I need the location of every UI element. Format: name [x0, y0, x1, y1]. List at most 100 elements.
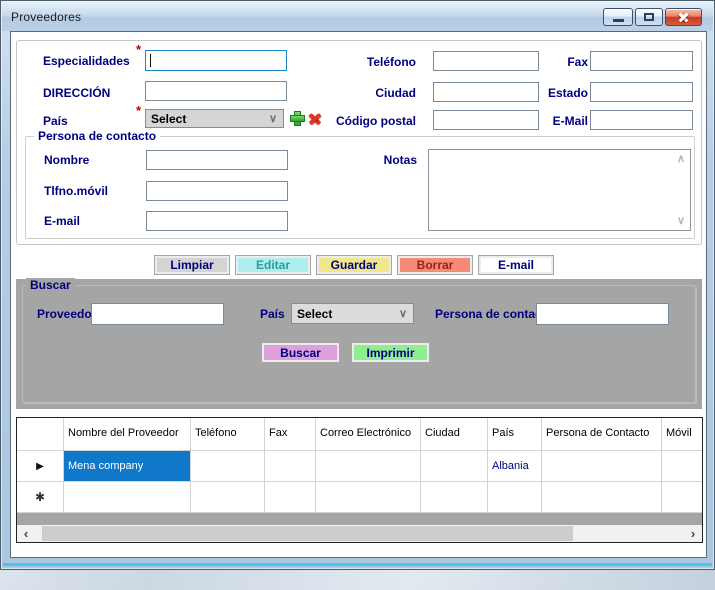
- direccion-input[interactable]: [145, 81, 287, 101]
- contact-nombre-label: Nombre: [44, 153, 89, 167]
- ciudad-label: Ciudad: [316, 86, 416, 100]
- grid-header-correo[interactable]: Correo Electrónico: [316, 418, 421, 451]
- window-title: Proveedores: [2, 10, 81, 24]
- grid-cell-movil[interactable]: [662, 482, 703, 513]
- text-caret: [150, 54, 151, 67]
- pais-select[interactable]: Select ∨: [145, 109, 284, 128]
- grid-header-movil[interactable]: Móvil: [662, 418, 703, 451]
- email-input[interactable]: [590, 110, 693, 130]
- contact-groupbox-title: Persona de contacto: [34, 129, 160, 143]
- pais-select-value: Select: [146, 112, 269, 126]
- email-label: E-Mail: [538, 114, 588, 128]
- especialidades-input[interactable]: [145, 50, 287, 71]
- search-groupbox-title: Buscar: [26, 278, 75, 292]
- grid-cell-movil[interactable]: [662, 451, 703, 482]
- codigo-postal-input[interactable]: [433, 110, 539, 130]
- grid-header-telefono[interactable]: Teléfono: [191, 418, 265, 451]
- imprimir-button[interactable]: Imprimir: [351, 342, 430, 363]
- contact-nombre-input[interactable]: [146, 150, 288, 170]
- search-proveedor-input[interactable]: [91, 303, 224, 325]
- ciudad-input[interactable]: [433, 82, 539, 102]
- contact-email-input[interactable]: [146, 211, 288, 231]
- grid-cell-correo[interactable]: [316, 451, 421, 482]
- suppliers-grid: Nombre del Proveedor Teléfono Fax Correo…: [16, 417, 703, 543]
- grid-header-pais[interactable]: País: [488, 418, 542, 451]
- grid-row-1[interactable]: ▶ Mena company Albania: [17, 451, 702, 482]
- client-area: Especialidades * Teléfono Fax DIRECCIÓN …: [10, 31, 707, 558]
- search-persona-input[interactable]: [536, 303, 669, 325]
- minimize-button[interactable]: [603, 8, 633, 26]
- grid-row-new[interactable]: ✱: [17, 482, 702, 513]
- notas-textarea[interactable]: ∧ ∨: [428, 149, 691, 231]
- grid-horizontal-scrollbar[interactable]: ‹ ›: [17, 525, 702, 542]
- editar-button[interactable]: Editar: [235, 255, 311, 275]
- pais-required-marker: *: [136, 106, 141, 116]
- minimize-icon: [613, 19, 624, 22]
- grid-cell-persona[interactable]: [542, 482, 662, 513]
- grid-cell-telefono[interactable]: [191, 482, 265, 513]
- search-panel: Buscar Proveedor País Select ∨ Persona d…: [16, 279, 702, 409]
- close-button[interactable]: [665, 8, 702, 26]
- codigo-postal-label: Código postal: [316, 114, 416, 128]
- window-controls: [603, 8, 702, 26]
- app-window: Proveedores Especialidades * Teléfono Fa…: [0, 0, 715, 570]
- contact-movil-label: Tlfno.móvil: [44, 184, 108, 198]
- grid-header-row: Nombre del Proveedor Teléfono Fax Correo…: [17, 418, 702, 451]
- email-button[interactable]: E-mail: [478, 255, 554, 275]
- window-titlebar[interactable]: Proveedores: [2, 2, 713, 31]
- fax-input[interactable]: [590, 51, 693, 71]
- fax-label: Fax: [538, 55, 588, 69]
- window-bottom-glow: [3, 563, 712, 566]
- estado-label: Estado: [538, 86, 588, 100]
- scrollbar-thumb[interactable]: [42, 526, 573, 541]
- grid-cell-nombre[interactable]: Mena company: [64, 451, 191, 482]
- contact-email-label: E-mail: [44, 214, 80, 228]
- grid-cell-nombre[interactable]: [64, 482, 191, 513]
- buscar-button[interactable]: Buscar: [261, 342, 340, 363]
- especialidades-label: Especialidades: [43, 54, 130, 68]
- estado-input[interactable]: [590, 82, 693, 102]
- grid-cell-fax[interactable]: [265, 482, 316, 513]
- grid-cell-pais[interactable]: [488, 482, 542, 513]
- add-country-icon[interactable]: [290, 111, 305, 126]
- direccion-label: DIRECCIÓN: [43, 86, 110, 100]
- grid-header-persona[interactable]: Persona de Contacto: [542, 418, 662, 451]
- search-persona-label: Persona de contacto: [435, 307, 536, 321]
- borrar-button[interactable]: Borrar: [397, 255, 473, 275]
- close-icon: [677, 11, 690, 24]
- grid-header-nombre[interactable]: Nombre del Proveedor: [64, 418, 191, 451]
- search-pais-select-value: Select: [292, 307, 399, 321]
- grid-background: [17, 513, 702, 525]
- limpiar-button[interactable]: Limpiar: [154, 255, 230, 275]
- grid-cell-fax[interactable]: [265, 451, 316, 482]
- maximize-icon: [644, 13, 654, 21]
- maximize-button[interactable]: [635, 8, 663, 26]
- grid-header-fax[interactable]: Fax: [265, 418, 316, 451]
- grid-header-selector[interactable]: [17, 418, 64, 451]
- scroll-right-icon[interactable]: ›: [684, 525, 702, 542]
- grid-header-ciudad[interactable]: Ciudad: [421, 418, 488, 451]
- new-row-icon: ✱: [21, 490, 59, 504]
- scroll-down-icon[interactable]: ∨: [674, 214, 688, 228]
- grid-cell-persona[interactable]: [542, 451, 662, 482]
- grid-cell-pais[interactable]: Albania: [488, 451, 542, 482]
- scroll-up-icon[interactable]: ∧: [674, 152, 688, 166]
- grid-cell-correo[interactable]: [316, 482, 421, 513]
- chevron-down-icon: ∨: [399, 307, 413, 320]
- grid-cell-telefono[interactable]: [191, 451, 265, 482]
- telefono-label: Teléfono: [316, 55, 416, 69]
- especialidades-required-marker: *: [136, 45, 141, 55]
- search-groupbox: Buscar Proveedor País Select ∨ Persona d…: [22, 285, 696, 403]
- telefono-input[interactable]: [433, 51, 539, 71]
- search-pais-select[interactable]: Select ∨: [291, 303, 414, 324]
- row-selector-cell[interactable]: ✱: [17, 482, 64, 513]
- grid-cell-ciudad[interactable]: [421, 482, 488, 513]
- contact-groupbox: Persona de contacto Nombre Tlfno.móvil E…: [25, 136, 695, 239]
- grid-cell-ciudad[interactable]: [421, 451, 488, 482]
- chevron-down-icon: ∨: [269, 112, 283, 125]
- contact-movil-input[interactable]: [146, 181, 288, 201]
- scroll-left-icon[interactable]: ‹: [17, 525, 35, 542]
- row-selector-cell[interactable]: ▶: [17, 451, 64, 482]
- guardar-button[interactable]: Guardar: [316, 255, 392, 275]
- notas-label: Notas: [356, 153, 417, 167]
